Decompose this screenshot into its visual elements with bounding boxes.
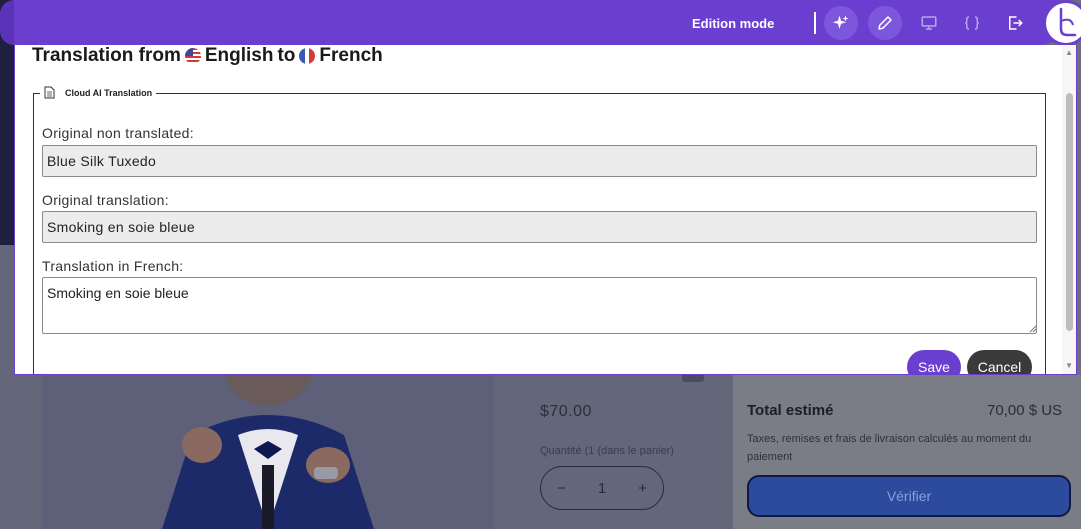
- modal-title: Translation from English to French: [32, 45, 383, 67]
- total-value: 70,00 $ US: [987, 402, 1063, 419]
- total-label: Total estimé: [747, 402, 834, 419]
- brand-logo-icon: [1059, 7, 1077, 37]
- quantity-decrease-button[interactable]: −: [546, 480, 576, 497]
- translation-label: Translation in French:: [42, 258, 184, 274]
- logout-button[interactable]: [998, 6, 1032, 40]
- quantity-increase-button[interactable]: +: [628, 480, 658, 497]
- product-price: $70.00: [540, 403, 592, 420]
- scroll-up-icon[interactable]: ▲: [1065, 48, 1073, 57]
- quantity-stepper[interactable]: − 1 +: [540, 466, 664, 510]
- quantity-label: Quantité (1 (dans le panier): [540, 445, 674, 457]
- title-prefix: Translation from: [32, 45, 181, 66]
- section-legend: Cloud AI Translation: [40, 86, 157, 99]
- edition-mode-label: Edition mode: [692, 16, 775, 31]
- fr-flag-icon: [299, 48, 316, 64]
- original-field: Blue Silk Tuxedo: [42, 145, 1037, 177]
- cloud-ai-translation-section: Cloud AI Translation Original non transl…: [33, 86, 1046, 374]
- preview-button[interactable]: [912, 6, 946, 40]
- code-button[interactable]: [955, 6, 989, 40]
- target-language: French: [319, 45, 383, 66]
- ai-sparkle-button[interactable]: [824, 6, 858, 40]
- tax-note: Taxes, remises et frais de livraison cal…: [747, 433, 1032, 463]
- translation-textarea[interactable]: Smoking en soie bleue: [42, 277, 1037, 334]
- toolbar-divider: [814, 12, 816, 34]
- monitor-icon: [921, 16, 937, 30]
- product-image: [42, 375, 494, 529]
- checkout-button[interactable]: Vérifier: [747, 475, 1071, 517]
- toolbar-left-edge: [0, 0, 14, 45]
- resize-grip-icon[interactable]: [1029, 325, 1037, 333]
- save-button[interactable]: Save: [907, 350, 961, 374]
- document-icon: [44, 86, 55, 99]
- ai-sparkle-icon: [832, 15, 849, 29]
- translation-modal: Translation from English to French Cloud…: [14, 45, 1077, 375]
- original-label: Original non translated:: [42, 125, 194, 141]
- original-translation-field: Smoking en soie bleue: [42, 211, 1037, 243]
- edit-button[interactable]: [868, 6, 902, 40]
- us-flag-icon: [184, 48, 201, 64]
- logout-icon: [1009, 16, 1023, 30]
- scrollbar-thumb[interactable]: [1066, 93, 1073, 331]
- quantity-value[interactable]: 1: [587, 480, 617, 497]
- section-title: Cloud AI Translation: [65, 87, 153, 98]
- cancel-button[interactable]: Cancel: [967, 350, 1032, 374]
- title-connector: to: [277, 45, 296, 66]
- pencil-icon: [878, 16, 892, 30]
- brand-logo[interactable]: [1043, 0, 1081, 46]
- modal-scrollbar[interactable]: ▲ ▼: [1062, 45, 1076, 374]
- original-translation-label: Original translation:: [42, 192, 169, 208]
- code-braces-icon: [965, 16, 979, 30]
- editor-toolbar: Edition mode: [0, 0, 1060, 45]
- scroll-down-icon[interactable]: ▼: [1065, 361, 1073, 370]
- source-language: English: [204, 45, 274, 66]
